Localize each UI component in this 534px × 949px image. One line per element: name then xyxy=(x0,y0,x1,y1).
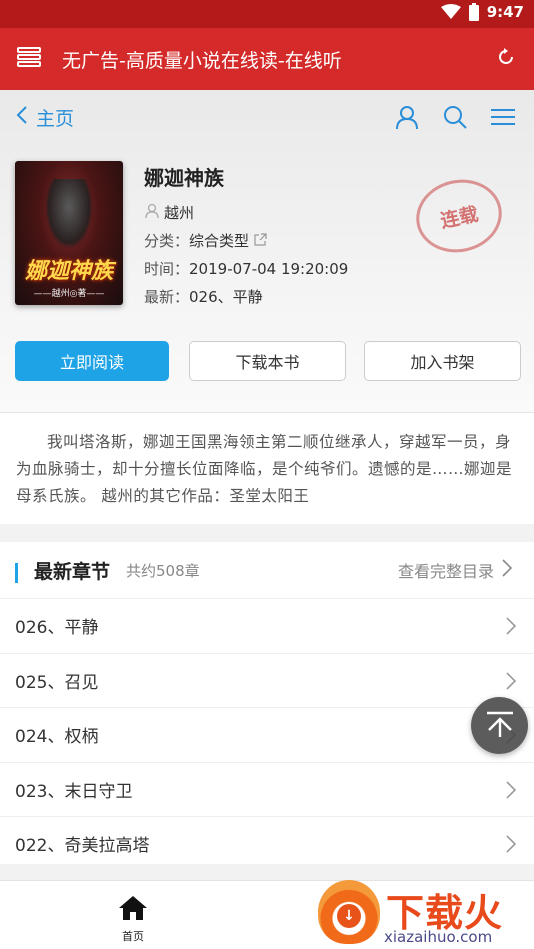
latest-chapters: 最新章节 共约508章 查看完整目录 026、平静 025、召见 024、权柄 … xyxy=(0,542,534,864)
latest-value: 026、平静 xyxy=(189,288,263,306)
chapters-heading: 最新章节 xyxy=(34,560,111,583)
download-icon: ↓ xyxy=(337,904,361,928)
external-link-icon xyxy=(254,232,267,250)
author-name: 越州 xyxy=(164,204,195,222)
nav-icons xyxy=(394,104,516,130)
list-menu-icon[interactable] xyxy=(490,104,516,130)
app-title: 无广告-高质量小说在线读-在线听 xyxy=(62,49,342,72)
status-time: 9:47 xyxy=(486,3,524,21)
book-summary: 我叫塔洛斯，娜迦王国黑海领主第二顺位继承人，穿越军一员，身为血脉骑士，却十分擅长… xyxy=(0,412,534,524)
book-author[interactable]: 越州 xyxy=(144,202,194,223)
drawer-menu-button[interactable] xyxy=(0,28,58,90)
battery-icon xyxy=(468,3,479,21)
category-label: 分类： xyxy=(144,232,190,250)
wifi-icon xyxy=(440,4,461,20)
chevron-left-icon xyxy=(16,105,28,130)
book-update-time: 时间： 2019-07-04 19:20:09 xyxy=(144,258,348,279)
chapter-title: 026、平静 xyxy=(15,618,99,639)
download-book-button[interactable]: 下载本书 xyxy=(189,341,346,381)
chapters-header: 最新章节 共约508章 查看完整目录 xyxy=(0,542,534,598)
author-icon xyxy=(144,203,160,223)
stamp-text: 连载 xyxy=(438,202,481,233)
full-catalog-link[interactable]: 查看完整目录 xyxy=(397,558,513,582)
add-to-shelf-button[interactable]: 加入书架 xyxy=(364,341,521,381)
app-bar: 无广告-高质量小说在线读-在线听 xyxy=(0,28,534,90)
chevron-right-icon xyxy=(506,671,517,695)
chapter-row[interactable]: 025、召见 xyxy=(0,652,534,708)
status-icons: 9:47 xyxy=(440,3,524,21)
back-label: 主页 xyxy=(36,107,75,130)
refresh-button[interactable] xyxy=(478,28,534,90)
summary-text: 我叫塔洛斯，娜迦王国黑海领主第二顺位继承人，穿越军一员，身为血脉骑士，却十分擅长… xyxy=(16,433,513,505)
flame-logo-icon: ↓ xyxy=(318,880,380,944)
home-icon xyxy=(118,895,148,925)
chevron-right-icon xyxy=(502,559,513,581)
page-nav: 主页 xyxy=(0,90,534,144)
book-cover[interactable]: 娜迦神族 ——越州◎著—— xyxy=(15,161,123,305)
home-label: 首页 xyxy=(122,930,144,943)
back-to-top-button[interactable] xyxy=(471,697,528,754)
status-bar: 9:47 xyxy=(0,0,534,28)
chevron-right-icon xyxy=(506,835,517,858)
chapter-title: 023、末日守卫 xyxy=(15,781,133,802)
arrow-up-to-top-icon xyxy=(485,710,515,742)
chapter-title: 025、召见 xyxy=(15,672,99,693)
book-title: 娜迦神族 xyxy=(144,166,224,190)
full-catalog-label: 查看完整目录 xyxy=(397,562,494,581)
serial-status-stamp: 连载 xyxy=(409,171,509,261)
watermark-url: xiazaihuo.com xyxy=(384,928,493,946)
chevron-right-icon xyxy=(506,780,517,804)
time-label: 时间： xyxy=(144,260,190,278)
book-latest-chapter[interactable]: 最新： 026、平静 xyxy=(144,286,263,307)
category-value: 综合类型 xyxy=(189,232,250,250)
cover-title: 娜迦神族 xyxy=(24,259,113,284)
read-now-button[interactable]: 立即阅读 xyxy=(15,341,169,381)
chapter-title: 024、权柄 xyxy=(15,727,99,748)
book-header: 主页 娜迦神族 ——越州◎著—— 娜迦神族 越州 分类： 综合类型 时间： 20… xyxy=(0,90,534,412)
user-icon[interactable] xyxy=(394,104,420,130)
watermark: ↓ 下载火 xiazaihuo.com xyxy=(316,878,534,949)
section-accent-bar xyxy=(15,563,18,583)
time-value: 2019-07-04 19:20:09 xyxy=(189,259,349,278)
refresh-icon xyxy=(497,48,515,70)
book-category[interactable]: 分类： 综合类型 xyxy=(144,230,267,251)
latest-label: 最新： xyxy=(144,288,190,306)
chapter-row[interactable]: 023、末日守卫 xyxy=(0,761,534,817)
cover-author: ——越州◎著—— xyxy=(33,289,105,299)
chapter-row[interactable]: 026、平静 xyxy=(0,598,534,653)
chapter-row[interactable]: 024、权柄 xyxy=(0,707,534,762)
tab-home[interactable]: 首页 xyxy=(104,895,162,944)
chapter-row[interactable]: 022、奇美拉高塔 xyxy=(0,816,534,871)
chevron-right-icon xyxy=(506,617,517,640)
chapter-title: 022、奇美拉高塔 xyxy=(15,836,150,857)
back-home-link[interactable]: 主页 xyxy=(0,104,74,131)
chapter-count: 共约508章 xyxy=(126,561,200,580)
menu-icon xyxy=(17,47,41,71)
cover-art xyxy=(45,179,93,249)
search-icon[interactable] xyxy=(442,104,468,130)
